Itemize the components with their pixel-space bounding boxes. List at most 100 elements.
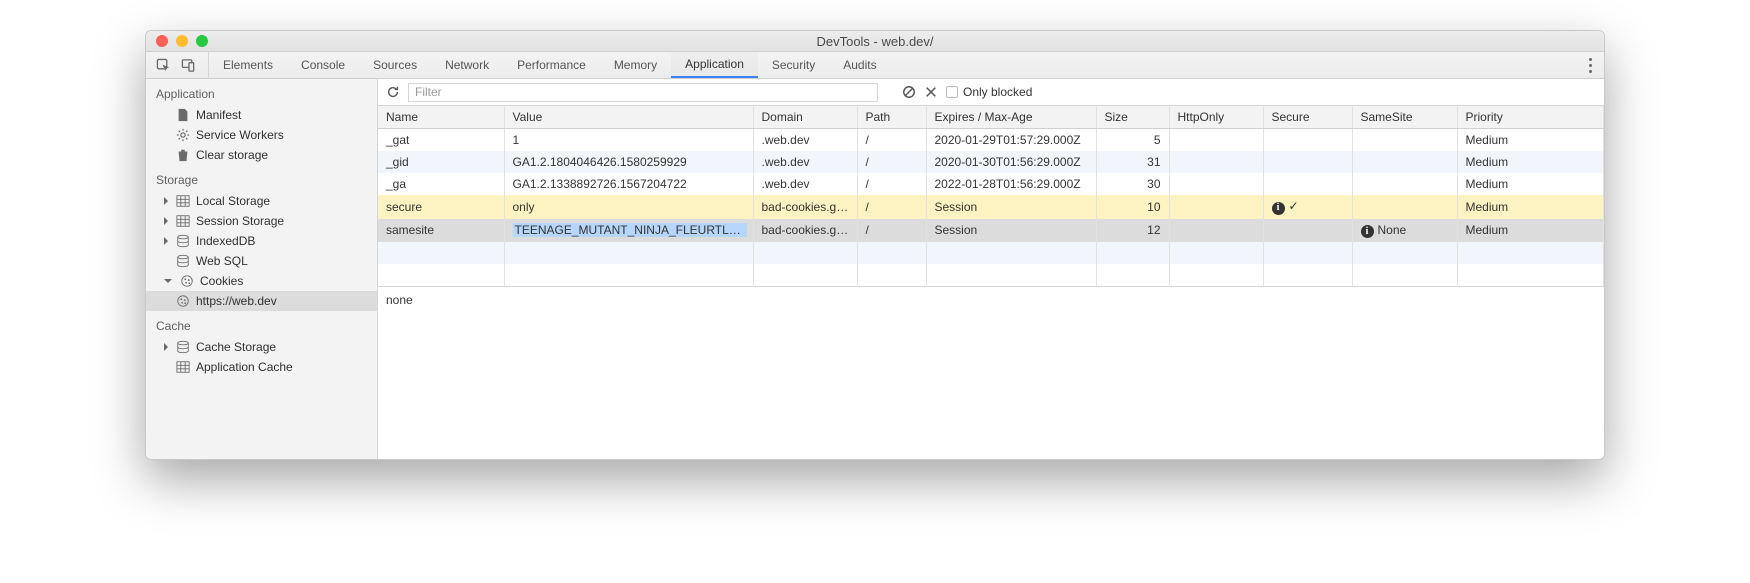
minimize-button[interactable] [176,35,188,47]
tab-elements[interactable]: Elements [209,52,287,78]
table-cell[interactable]: only [504,195,753,219]
tab-console[interactable]: Console [287,52,359,78]
table-cell[interactable]: _gat [378,129,504,152]
col-domain[interactable]: Domain [753,106,857,129]
sidebar-item-cache-storage[interactable]: Cache Storage [146,337,377,357]
sidebar-item-service-workers[interactable]: Service Workers [146,125,377,145]
table-cell[interactable]: / [857,173,926,195]
col-priority[interactable]: Priority [1457,106,1604,129]
table-row[interactable]: _gat1.web.dev/2020-01-29T01:57:29.000Z5 M… [378,129,1604,152]
tab-security[interactable]: Security [758,52,829,78]
table-cell[interactable]: 5 [1096,129,1169,152]
refresh-icon[interactable] [386,85,400,99]
table-cell[interactable]: Medium [1457,173,1604,195]
table-cell[interactable] [1263,219,1352,243]
close-button[interactable] [156,35,168,47]
table-cell[interactable] [1169,151,1263,173]
sidebar-item-manifest[interactable]: Manifest [146,105,377,125]
col-samesite[interactable]: SameSite [1352,106,1457,129]
table-cell[interactable] [1169,195,1263,219]
table-cell[interactable] [1352,195,1457,219]
col-size[interactable]: Size [1096,106,1169,129]
tab-application[interactable]: Application [671,52,758,78]
tab-network[interactable]: Network [431,52,503,78]
table-row[interactable]: secureonlybad-cookies.g…/Session10 i✓ Medi… [378,195,1604,219]
table-row[interactable]: samesiteTEENAGE_MUTANT_NINJA_FLEURTLESba… [378,219,1604,243]
table-cell[interactable]: GA1.2.1804046426.1580259929 [504,151,753,173]
sidebar-item-cookies[interactable]: Cookies [146,271,377,291]
table-cell[interactable] [1263,129,1352,152]
col-name[interactable]: Name [378,106,504,129]
table-cell[interactable]: 2022-01-28T01:56:29.000Z [926,173,1096,195]
table-cell[interactable]: bad-cookies.g… [753,195,857,219]
zoom-button[interactable] [196,35,208,47]
filter-input[interactable] [408,83,878,102]
col-httponly[interactable]: HttpOnly [1169,106,1263,129]
table-cell[interactable]: 10 [1096,195,1169,219]
table-cell[interactable]: / [857,195,926,219]
table-cell[interactable]: 30 [1096,173,1169,195]
table-cell[interactable]: Medium [1457,129,1604,152]
sidebar-item-session-storage[interactable]: Session Storage [146,211,377,231]
cookies-table[interactable]: Name Value Domain Path Expires / Max-Age… [378,106,1604,287]
table-cell[interactable]: GA1.2.1338892726.1567204722 [504,173,753,195]
table-header-row[interactable]: Name Value Domain Path Expires / Max-Age… [378,106,1604,129]
table-cell[interactable]: / [857,151,926,173]
tab-audits[interactable]: Audits [829,52,890,78]
table-cell[interactable]: .web.dev [753,129,857,152]
table-cell[interactable]: .web.dev [753,151,857,173]
table-cell[interactable] [1169,129,1263,152]
table-cell[interactable] [1352,129,1457,152]
sidebar-item-websql[interactable]: Web SQL [146,251,377,271]
file-icon [176,108,190,122]
sidebar-item-cookies-origin[interactable]: https://web.dev [146,291,377,311]
clear-all-icon[interactable] [902,85,916,99]
table-cell[interactable]: 2020-01-29T01:57:29.000Z [926,129,1096,152]
tab-sources[interactable]: Sources [359,52,431,78]
only-blocked-checkbox[interactable] [946,86,958,98]
table-cell[interactable]: TEENAGE_MUTANT_NINJA_FLEURTLES [504,219,753,243]
table-cell[interactable]: 12 [1096,219,1169,243]
table-cell[interactable] [1263,173,1352,195]
table-cell[interactable]: / [857,129,926,152]
table-cell[interactable]: Medium [1457,219,1604,243]
table-cell[interactable] [1352,173,1457,195]
table-cell[interactable]: secure [378,195,504,219]
tab-memory[interactable]: Memory [600,52,671,78]
table-cell[interactable]: Session [926,195,1096,219]
col-path[interactable]: Path [857,106,926,129]
table-cell[interactable]: 2020-01-30T01:56:29.000Z [926,151,1096,173]
delete-icon[interactable] [924,85,938,99]
table-row-empty [378,264,1604,286]
table-cell[interactable] [1169,173,1263,195]
table-cell[interactable]: _gid [378,151,504,173]
table-cell[interactable]: 31 [1096,151,1169,173]
table-row[interactable]: _gaGA1.2.1338892726.1567204722.web.dev/2… [378,173,1604,195]
table-cell[interactable]: 1 [504,129,753,152]
col-value[interactable]: Value [504,106,753,129]
more-icon[interactable] [1585,52,1596,78]
table-row[interactable]: _gidGA1.2.1804046426.1580259929.web.dev/… [378,151,1604,173]
table-cell[interactable]: Medium [1457,151,1604,173]
sidebar-item-application-cache[interactable]: Application Cache [146,357,377,377]
table-cell[interactable]: .web.dev [753,173,857,195]
table-cell[interactable] [1263,151,1352,173]
table-cell[interactable]: _ga [378,173,504,195]
device-toolbar-icon[interactable] [181,58,196,73]
col-expires[interactable]: Expires / Max-Age [926,106,1096,129]
sidebar-item-local-storage[interactable]: Local Storage [146,191,377,211]
table-cell[interactable] [1352,151,1457,173]
table-cell[interactable]: i✓ [1263,195,1352,219]
sidebar-item-indexeddb[interactable]: IndexedDB [146,231,377,251]
table-cell[interactable]: bad-cookies.g… [753,219,857,243]
table-cell[interactable]: samesite [378,219,504,243]
table-cell[interactable]: iNone [1352,219,1457,243]
table-cell[interactable] [1169,219,1263,243]
inspect-icon[interactable] [156,58,171,73]
sidebar-item-clear-storage[interactable]: Clear storage [146,145,377,165]
tab-performance[interactable]: Performance [503,52,600,78]
table-cell[interactable]: Medium [1457,195,1604,219]
table-cell[interactable]: / [857,219,926,243]
col-secure[interactable]: Secure [1263,106,1352,129]
table-cell[interactable]: Session [926,219,1096,243]
